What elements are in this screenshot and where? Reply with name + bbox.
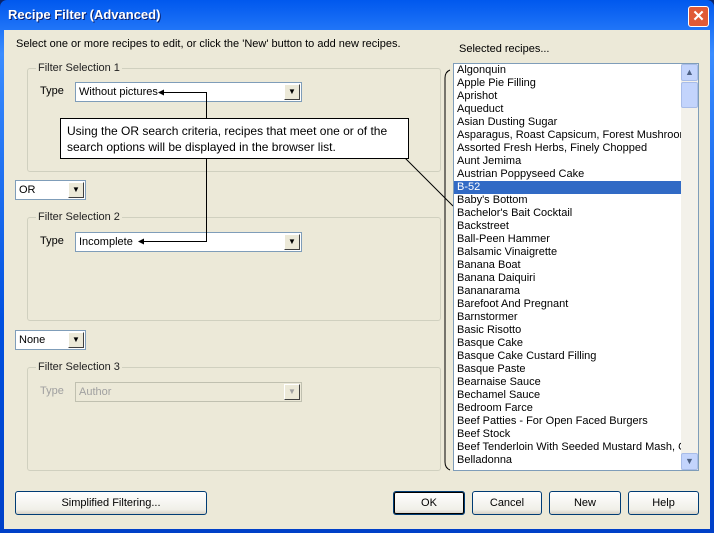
list-item[interactable]: Bechamel Sauce xyxy=(454,389,698,402)
list-item[interactable]: Bedroom Farce xyxy=(454,402,698,415)
list-item[interactable]: Beef Stock xyxy=(454,428,698,441)
list-item[interactable]: Baby's Bottom xyxy=(454,194,698,207)
dialog-window: Recipe Filter (Advanced) ✕ Select one or… xyxy=(0,0,714,533)
window-title: Recipe Filter (Advanced) xyxy=(8,7,161,22)
list-item[interactable]: Barefoot And Pregnant xyxy=(454,298,698,311)
list-item[interactable]: Banana Boat xyxy=(454,259,698,272)
scroll-down-icon[interactable]: ▼ xyxy=(681,453,698,470)
ok-button[interactable]: OK xyxy=(393,491,465,515)
list-item[interactable]: Beef Patties - For Open Faced Burgers xyxy=(454,415,698,428)
list-item[interactable]: Backstreet xyxy=(454,220,698,233)
list-item[interactable]: Basque Cake xyxy=(454,337,698,350)
list-item[interactable]: Asparagus, Roast Capsicum, Forest Mushro… xyxy=(454,129,698,142)
help-button[interactable]: Help xyxy=(628,491,699,515)
callout-note: Using the OR search criteria, recipes th… xyxy=(60,118,409,159)
list-item[interactable]: Belladonna xyxy=(454,454,698,467)
list-item[interactable]: Aprishot xyxy=(454,90,698,103)
list-item[interactable]: Basque Paste xyxy=(454,363,698,376)
list-item[interactable]: Asian Dusting Sugar xyxy=(454,116,698,129)
list-item[interactable]: Aqueduct xyxy=(454,103,698,116)
list-item[interactable]: Aunt Jemima xyxy=(454,155,698,168)
list-item[interactable]: Barnstormer xyxy=(454,311,698,324)
list-item[interactable]: Beef Tenderloin With Seeded Mustard Mash… xyxy=(454,441,698,454)
recipe-list[interactable]: Algonquin Apple Pie Filling Aprishot Aquedu… xyxy=(453,63,699,471)
list-item[interactable]: Ball-Peen Hammer xyxy=(454,233,698,246)
list-item[interactable]: Basque Cake Custard Filling xyxy=(454,350,698,363)
scroll-thumb[interactable] xyxy=(681,82,698,108)
list-item[interactable]: Algonquin xyxy=(454,64,698,77)
list-item[interactable]: Assorted Fresh Herbs, Finely Chopped xyxy=(454,142,698,155)
list-item[interactable]: B-52 xyxy=(454,181,698,194)
list-item[interactable]: Banana Daiquiri xyxy=(454,272,698,285)
dialog-body: Select one or more recipes to edit, or c… xyxy=(4,30,710,529)
new-button[interactable]: New xyxy=(549,491,621,515)
list-item[interactable]: Apple Pie Filling xyxy=(454,77,698,90)
close-icon[interactable]: ✕ xyxy=(688,6,709,27)
list-item[interactable]: Bearnaise Sauce xyxy=(454,376,698,389)
list-item[interactable]: Bananarama xyxy=(454,285,698,298)
simplified-filtering-button[interactable]: Simplified Filtering... xyxy=(15,491,207,515)
list-item[interactable]: Bachelor's Bait Cocktail xyxy=(454,207,698,220)
list-item[interactable]: Balsamic Vinaigrette xyxy=(454,246,698,259)
list-item[interactable]: Basic Risotto xyxy=(454,324,698,337)
list-scrollbar[interactable]: ▲ ▼ xyxy=(681,64,698,470)
list-item[interactable]: Austrian Poppyseed Cake xyxy=(454,168,698,181)
scroll-up-icon[interactable]: ▲ xyxy=(681,64,698,81)
cancel-button[interactable]: Cancel xyxy=(472,491,542,515)
